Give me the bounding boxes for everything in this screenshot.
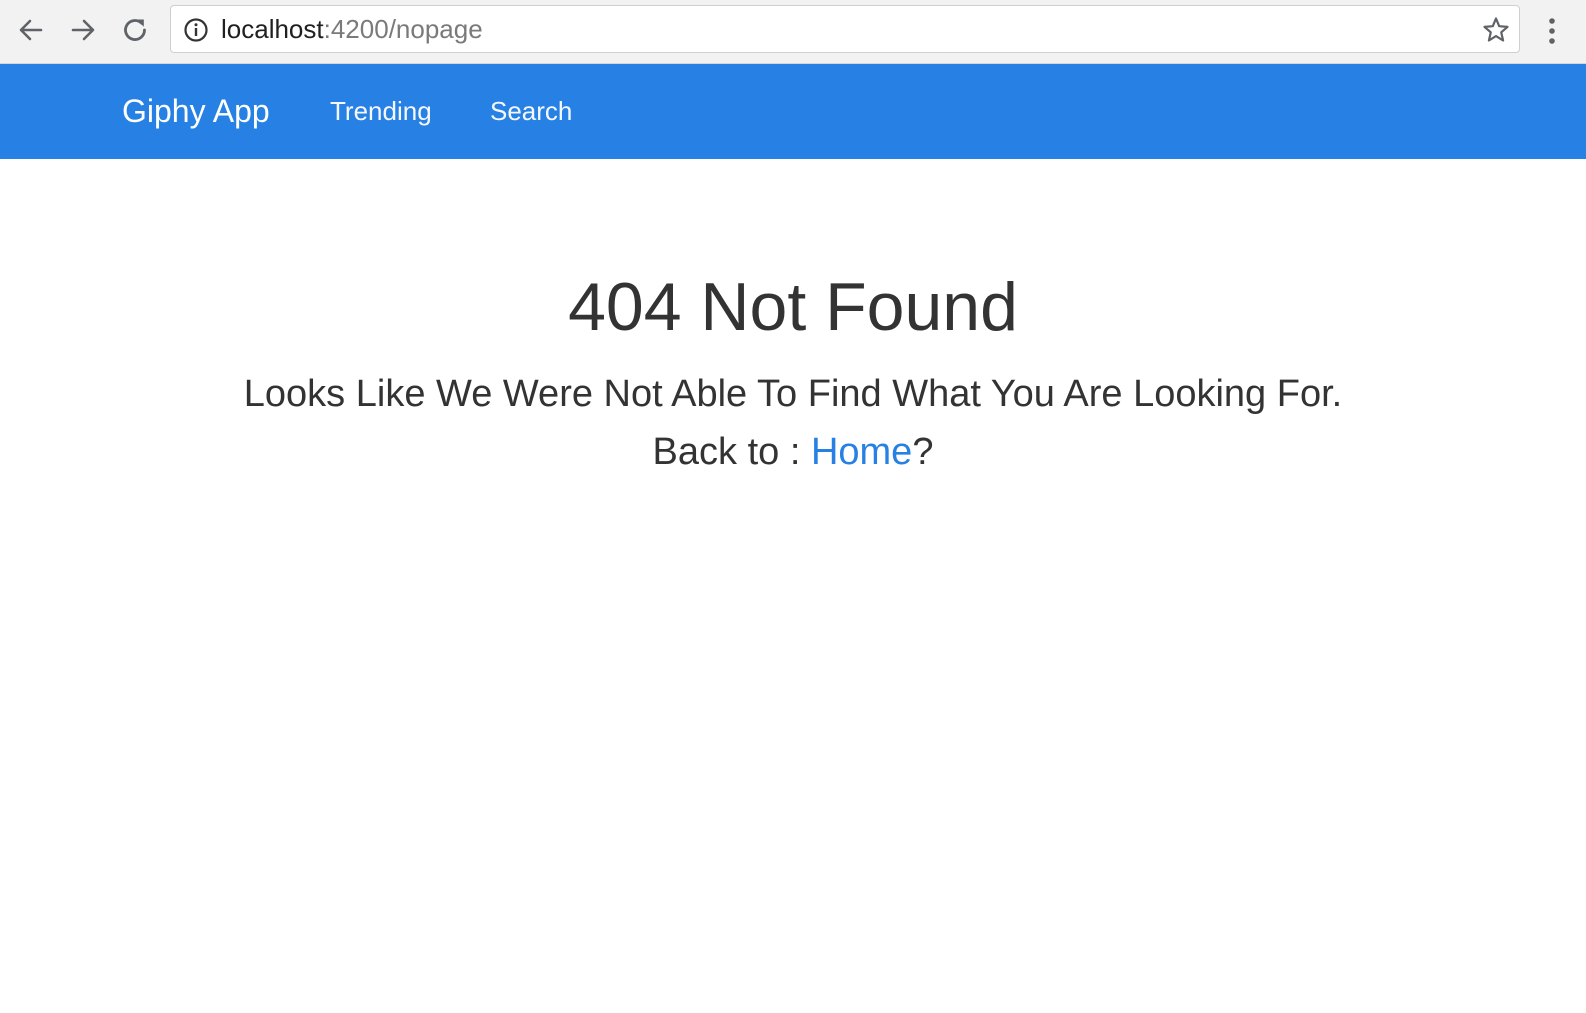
- url-host: localhost: [221, 14, 324, 44]
- not-found-message: Looks Like We Were Not Able To Find What…: [243, 373, 1343, 415]
- page-title: 404 Not Found: [568, 269, 1018, 345]
- back-suffix: ?: [912, 431, 934, 473]
- address-bar[interactable]: localhost:4200/nopage: [170, 5, 1520, 53]
- nav-link-trending[interactable]: Trending: [330, 64, 432, 159]
- app-navbar: Giphy App Trending Search: [0, 64, 1586, 159]
- back-to-home-line: Back to : Home?: [0, 427, 1586, 477]
- url-path: :4200/nopage: [323, 14, 483, 44]
- browser-menu-button[interactable]: [1537, 12, 1567, 50]
- reload-icon: [124, 19, 146, 41]
- info-icon[interactable]: [183, 17, 209, 43]
- reload-button[interactable]: [115, 10, 155, 50]
- brand-link[interactable]: Giphy App: [122, 64, 270, 159]
- nav-link-search[interactable]: Search: [490, 64, 572, 159]
- arrow-right-icon: [71, 19, 95, 41]
- forward-button[interactable]: [63, 10, 103, 50]
- back-button[interactable]: [11, 10, 51, 50]
- arrow-left-icon: [19, 19, 43, 41]
- url-text[interactable]: localhost:4200/nopage: [221, 6, 483, 52]
- kebab-menu-icon: [1549, 18, 1555, 44]
- browser-toolbar: localhost:4200/nopage: [0, 0, 1586, 64]
- back-prefix: Back to :: [652, 431, 811, 473]
- home-link[interactable]: Home: [811, 431, 912, 473]
- star-icon[interactable]: [1481, 15, 1511, 45]
